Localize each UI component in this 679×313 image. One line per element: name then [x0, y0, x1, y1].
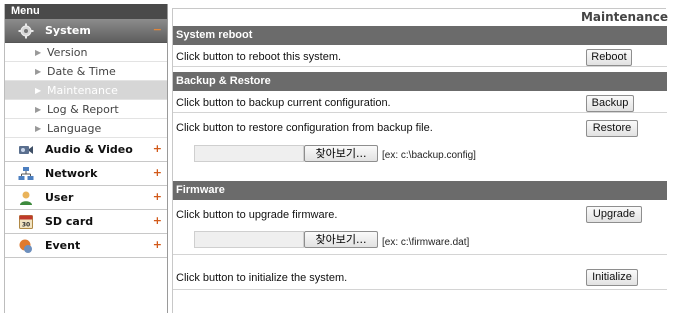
- menu-header: Menu: [5, 4, 167, 19]
- svg-text:30: 30: [22, 221, 30, 228]
- collapse-icon[interactable]: −: [153, 23, 162, 36]
- menu-item-label: Maintenance: [47, 84, 118, 97]
- menu-section-system[interactable]: System −: [5, 19, 167, 43]
- triangle-right-icon: ▶: [35, 86, 42, 95]
- menu-section-label: User: [45, 191, 74, 204]
- backup-description: Click button to backup current configura…: [176, 97, 391, 109]
- menu-item-log-report[interactable]: ▶ Log & Report: [5, 100, 167, 119]
- menu-item-maintenance[interactable]: ▶ Maintenance: [5, 81, 167, 100]
- menu-item-label: Log & Report: [47, 103, 119, 116]
- restore-description: Click button to restore configuration fr…: [176, 122, 433, 134]
- triangle-right-icon: ▶: [35, 67, 42, 76]
- section-header-firmware: Firmware: [173, 181, 667, 200]
- page-title: Maintenance: [580, 10, 668, 24]
- menu-section-label: Event: [45, 239, 81, 252]
- expand-icon[interactable]: +: [153, 214, 162, 227]
- expand-icon[interactable]: +: [153, 238, 162, 251]
- sd-card-icon: 30: [17, 213, 35, 231]
- divider: [173, 289, 667, 290]
- triangle-right-icon: ▶: [35, 48, 42, 57]
- triangle-right-icon: ▶: [35, 124, 42, 133]
- divider: [173, 254, 667, 255]
- expand-icon[interactable]: +: [153, 190, 162, 203]
- menu-section-sd-card[interactable]: 30 SD card +: [5, 210, 167, 234]
- triangle-right-icon: ▶: [35, 105, 42, 114]
- expand-icon[interactable]: +: [153, 166, 162, 179]
- backup-browse-button[interactable]: 찾아보기...: [304, 145, 378, 162]
- menu-section-network[interactable]: Network +: [5, 162, 167, 186]
- menu-section-user[interactable]: User +: [5, 186, 167, 210]
- event-icon: [17, 237, 35, 255]
- initialize-description: Click button to initialize the system.: [176, 272, 348, 284]
- menu-item-language[interactable]: ▶ Language: [5, 119, 167, 138]
- reboot-button[interactable]: Reboot: [586, 49, 632, 66]
- upgrade-button[interactable]: Upgrade: [586, 206, 642, 223]
- menu-item-label: Language: [47, 122, 102, 135]
- restore-button[interactable]: Restore: [586, 120, 638, 137]
- firmware-file-hint: [ex: c:\firmware.dat]: [382, 237, 470, 248]
- network-icon: [17, 165, 35, 183]
- firmware-file-path-input[interactable]: [194, 231, 304, 248]
- user-icon: [17, 189, 35, 207]
- system-gear-icon: [17, 22, 35, 40]
- firmware-browse-button[interactable]: 찾아보기...: [304, 231, 378, 248]
- menu-item-label: Version: [47, 46, 88, 59]
- menu-section-event[interactable]: Event +: [5, 234, 167, 258]
- menu-section-label: SD card: [45, 215, 94, 228]
- maintenance-panel: Maintenance System reboot Click button t…: [172, 8, 668, 313]
- section-header-system-reboot: System reboot: [173, 26, 667, 45]
- backup-file-hint: [ex: c:\backup.config]: [382, 150, 476, 161]
- reboot-description: Click button to reboot this system.: [176, 51, 342, 63]
- expand-icon[interactable]: +: [153, 142, 162, 155]
- menu-section-label: System: [45, 24, 91, 37]
- menu-section-label: Audio & Video: [45, 143, 133, 156]
- section-header-backup-restore: Backup & Restore: [173, 72, 667, 91]
- sidebar-menu: Menu System − ▶ Version ▶ Date & Time ▶ …: [4, 4, 168, 313]
- menu-item-label: Date & Time: [47, 65, 116, 78]
- audio-video-icon: [17, 141, 35, 159]
- menu-item-version[interactable]: ▶ Version: [5, 43, 167, 62]
- firmware-description: Click button to upgrade firmware.: [176, 209, 338, 221]
- backup-file-path-input[interactable]: [194, 145, 304, 162]
- initialize-button[interactable]: Initialize: [586, 269, 638, 286]
- menu-section-label: Network: [45, 167, 98, 180]
- menu-section-audio-video[interactable]: Audio & Video +: [5, 138, 167, 162]
- menu-item-date-time[interactable]: ▶ Date & Time: [5, 62, 167, 81]
- backup-button[interactable]: Backup: [586, 95, 634, 112]
